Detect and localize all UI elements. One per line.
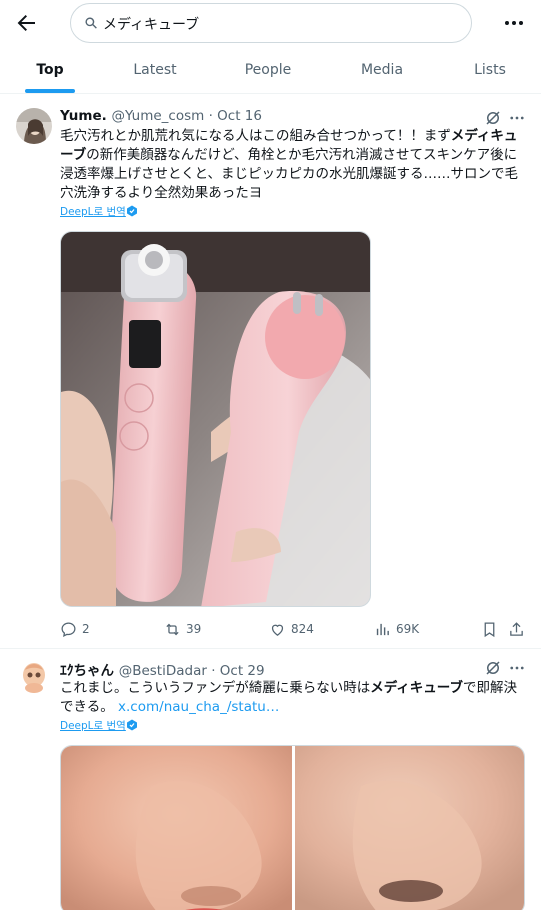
back-arrow-icon[interactable]	[14, 11, 38, 35]
avatar-image	[16, 658, 52, 694]
timestamp[interactable]: Oct 16	[217, 108, 262, 124]
author-line: ｴｸちゃん @BestiDadar · Oct 29	[60, 663, 265, 679]
heart-icon	[271, 624, 284, 636]
tab-people[interactable]: People	[218, 46, 318, 94]
tab-latest[interactable]: Latest	[105, 46, 205, 94]
handle[interactable]: @Yume_cosm	[111, 108, 204, 124]
avatar-image	[16, 108, 52, 144]
bookmark-button[interactable]	[481, 617, 503, 641]
tweet[interactable]: ｴｸちゃん @BestiDadar · Oct 29 これまじ。こういうファンデ…	[0, 649, 541, 910]
tweet-more-icon[interactable]	[508, 109, 526, 127]
like-button[interactable]: 824	[269, 617, 314, 641]
views-button[interactable]: 69K	[374, 617, 419, 641]
translate-link[interactable]: DeepL로 번역	[60, 718, 126, 733]
handle[interactable]: @BestiDadar	[119, 663, 207, 679]
tweet-more-icon[interactable]	[508, 659, 526, 677]
reply-icon	[61, 621, 76, 637]
tweet-link[interactable]: x.com/nau_cha_/statu…	[118, 699, 279, 715]
tweet-actions: 2 39 824 69K	[60, 617, 530, 641]
more-options-icon[interactable]	[502, 11, 526, 35]
search-query-text: メディキューブ	[103, 17, 200, 33]
grok-icon[interactable]	[484, 659, 502, 677]
avatar[interactable]	[16, 108, 52, 144]
top-bar: メディキューブ	[0, 0, 541, 46]
author-line: Yume. @Yume_cosm · Oct 16	[60, 108, 262, 124]
deepl-badge-icon	[127, 719, 137, 731]
bookmark-icon	[484, 621, 495, 637]
tab-media[interactable]: Media	[332, 46, 432, 94]
tweet-photo[interactable]	[60, 231, 371, 607]
grok-icon[interactable]	[484, 109, 502, 127]
tweet[interactable]: Yume. @Yume_cosm · Oct 16 毛穴汚れとか肌荒れ気になる人…	[0, 96, 541, 648]
tweet-photo-grid	[60, 745, 525, 910]
tweet-text: 毛穴汚れとか肌荒れ気になる人はこの組み合せつかって！！まずメディキューブの新作美…	[60, 128, 519, 201]
tab-top[interactable]: Top	[0, 46, 100, 94]
search-tabs: Top Latest People Media Lists	[0, 46, 541, 94]
display-name[interactable]: ｴｸちゃん	[60, 663, 114, 679]
timestamp[interactable]: Oct 29	[220, 663, 265, 679]
tweet-text: これまじ。こういうファンデが綺麗に乗らない時はメディキューブで即解決できる。 x…	[60, 680, 517, 715]
share-icon	[510, 621, 523, 636]
avatar[interactable]	[16, 658, 52, 694]
beauty-device-photo	[61, 232, 370, 606]
deepl-badge-icon	[127, 205, 137, 217]
share-button[interactable]	[508, 617, 530, 641]
skin-comparison-photos	[61, 746, 524, 910]
display-name[interactable]: Yume.	[60, 108, 107, 124]
views-chart-icon	[376, 623, 389, 635]
search-icon	[85, 17, 97, 29]
retweet-icon	[166, 623, 179, 635]
translate-link[interactable]: DeepL로 번역	[60, 204, 126, 219]
tab-lists[interactable]: Lists	[440, 46, 540, 94]
retweet-button[interactable]: 39	[164, 617, 201, 641]
active-tab-indicator	[25, 89, 75, 93]
search-input[interactable]: メディキューブ	[70, 3, 472, 43]
reply-button[interactable]: 2	[60, 617, 90, 641]
